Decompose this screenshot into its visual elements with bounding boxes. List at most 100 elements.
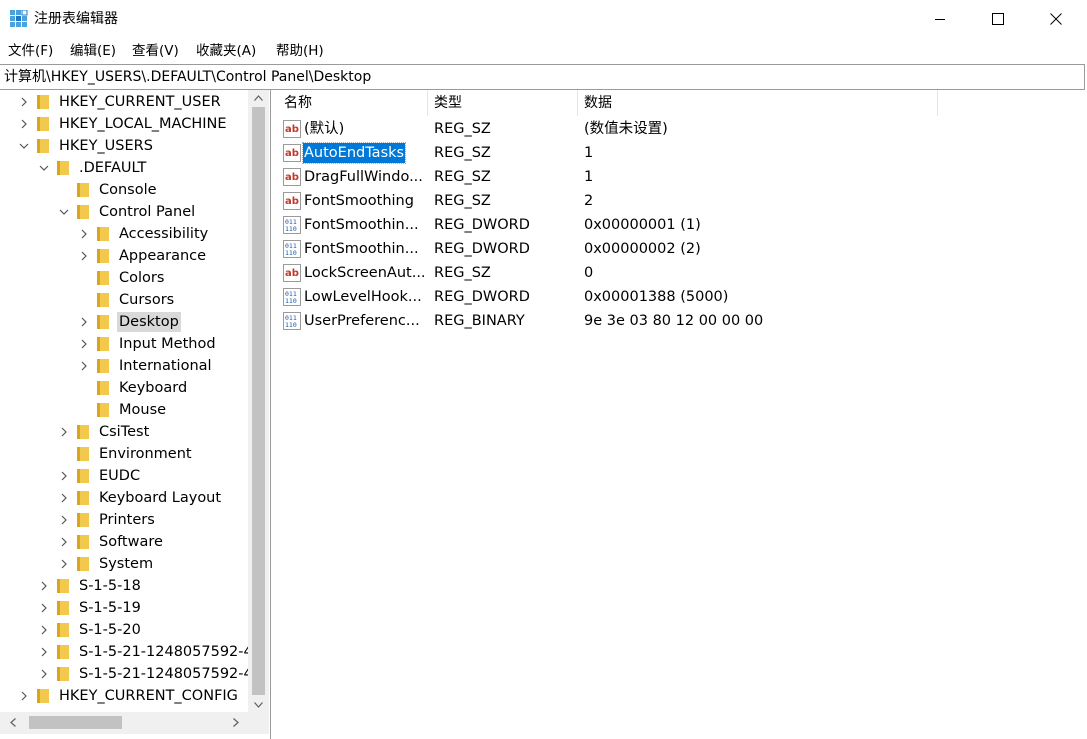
value-name[interactable]: (默认): [303, 119, 427, 139]
chevron-right-icon[interactable]: [58, 492, 70, 504]
value-name[interactable]: FontSmoothin...: [303, 239, 427, 259]
minimize-button[interactable]: [911, 0, 969, 38]
chevron-right-icon[interactable]: [38, 646, 50, 658]
chevron-right-icon[interactable]: [18, 96, 30, 108]
tree-node-label[interactable]: Console: [97, 180, 159, 200]
tree-node-label[interactable]: Environment: [97, 444, 194, 464]
address-bar[interactable]: 计算机\HKEY_USERS\.DEFAULT\Control Panel\De…: [0, 64, 1085, 90]
tree-node-label[interactable]: Mouse: [117, 400, 168, 420]
tree-node[interactable]: Cursors: [0, 289, 248, 311]
column-header-type[interactable]: 类型: [434, 94, 462, 112]
tree-vertical-scrollbar[interactable]: [248, 90, 269, 721]
chevron-right-icon[interactable]: [58, 470, 70, 482]
value-name[interactable]: LowLevelHook...: [303, 287, 427, 307]
tree-node[interactable]: International: [0, 355, 248, 377]
value-row[interactable]: ab AutoEndTasks REG_SZ 1: [275, 141, 1087, 165]
menu-edit[interactable]: 编辑(E): [70, 42, 116, 60]
tree-node-label[interactable]: Keyboard Layout: [97, 488, 223, 508]
value-name[interactable]: FontSmoothin...: [303, 215, 427, 235]
tree-node[interactable]: Control Panel: [0, 201, 248, 223]
menu-view[interactable]: 查看(V): [132, 42, 179, 60]
tree-node-label[interactable]: S-1-5-21-1248057592-4: [77, 642, 255, 662]
menu-help[interactable]: 帮助(H): [276, 42, 324, 60]
title-bar[interactable]: 注册表编辑器: [0, 0, 1087, 38]
tree-node-label[interactable]: Keyboard: [117, 378, 189, 398]
tree-node-label[interactable]: Control Panel: [97, 202, 197, 222]
tree-node[interactable]: System: [0, 553, 248, 575]
tree-vertical-scroll-thumb[interactable]: [252, 107, 265, 695]
chevron-right-icon[interactable]: [58, 536, 70, 548]
tree-node-label[interactable]: HKEY_LOCAL_MACHINE: [57, 114, 229, 134]
tree-node-label[interactable]: Printers: [97, 510, 157, 530]
tree-node[interactable]: Printers: [0, 509, 248, 531]
tree-node-label[interactable]: CsiTest: [97, 422, 151, 442]
tree-node-label[interactable]: HKEY_CURRENT_CONFIG: [57, 686, 240, 706]
tree-node[interactable]: HKEY_CURRENT_USER: [0, 91, 248, 113]
tree-node[interactable]: EUDC: [0, 465, 248, 487]
tree-node[interactable]: Input Method: [0, 333, 248, 355]
tree-node[interactable]: Mouse: [0, 399, 248, 421]
chevron-right-icon[interactable]: [38, 602, 50, 614]
value-row[interactable]: 011 110 FontSmoothin... REG_DWORD 0x00000001…: [275, 213, 1087, 237]
chevron-right-icon[interactable]: [18, 690, 30, 702]
scroll-down-arrow-icon[interactable]: [254, 702, 263, 708]
tree-node-label[interactable]: S-1-5-20: [77, 620, 143, 640]
value-name[interactable]: UserPreferenc...: [303, 311, 427, 331]
tree-node-label[interactable]: HKEY_CURRENT_USER: [57, 92, 223, 112]
chevron-down-icon[interactable]: [38, 162, 50, 174]
value-name[interactable]: DragFullWindo...: [303, 167, 427, 187]
tree-node[interactable]: S-1-5-20: [0, 619, 248, 641]
chevron-right-icon[interactable]: [58, 514, 70, 526]
chevron-down-icon[interactable]: [18, 140, 30, 152]
tree-node-label[interactable]: S-1-5-21-1248057592-4: [77, 664, 255, 684]
column-divider[interactable]: [577, 90, 578, 116]
tree-node[interactable]: S-1-5-19: [0, 597, 248, 619]
tree-node-label[interactable]: Cursors: [117, 290, 176, 310]
address-path[interactable]: 计算机\HKEY_USERS\.DEFAULT\Control Panel\De…: [4, 67, 371, 87]
chevron-down-icon[interactable]: [58, 206, 70, 218]
tree-horizontal-scrollbar[interactable]: [0, 712, 248, 734]
tree-node-label[interactable]: S-1-5-19: [77, 598, 143, 618]
tree-node-label[interactable]: Software: [97, 532, 165, 552]
tree-node[interactable]: Desktop: [0, 311, 248, 333]
tree-node[interactable]: Appearance: [0, 245, 248, 267]
value-row[interactable]: ab (默认) REG_SZ (数值未设置): [275, 117, 1087, 141]
chevron-right-icon[interactable]: [58, 558, 70, 570]
chevron-right-icon[interactable]: [38, 580, 50, 592]
tree-horizontal-scroll-thumb[interactable]: [29, 716, 122, 729]
tree-node-label[interactable]: .DEFAULT: [77, 158, 148, 178]
tree-node-label[interactable]: Appearance: [117, 246, 208, 266]
value-row[interactable]: ab DragFullWindo... REG_SZ 1: [275, 165, 1087, 189]
tree-node[interactable]: Console: [0, 179, 248, 201]
value-row[interactable]: ab LockScreenAut... REG_SZ 0: [275, 261, 1087, 285]
tree-node[interactable]: Software: [0, 531, 248, 553]
tree-node-label[interactable]: Colors: [117, 268, 166, 288]
tree-node[interactable]: HKEY_USERS: [0, 135, 248, 157]
menu-favorites[interactable]: 收藏夹(A): [196, 42, 256, 60]
tree-node[interactable]: Keyboard Layout: [0, 487, 248, 509]
maximize-button[interactable]: [969, 0, 1027, 38]
tree-node[interactable]: S-1-5-21-1248057592-4: [0, 641, 253, 663]
close-button[interactable]: [1027, 0, 1085, 38]
tree-node[interactable]: .DEFAULT: [0, 157, 248, 179]
chevron-right-icon[interactable]: [78, 250, 90, 262]
column-header-data[interactable]: 数据: [584, 94, 612, 112]
column-divider[interactable]: [427, 90, 428, 116]
tree-node[interactable]: S-1-5-18: [0, 575, 248, 597]
tree-node[interactable]: Accessibility: [0, 223, 248, 245]
column-header-name[interactable]: 名称: [284, 94, 312, 112]
menu-file[interactable]: 文件(F): [8, 42, 53, 60]
tree-node-label[interactable]: Accessibility: [117, 224, 210, 244]
chevron-right-icon[interactable]: [38, 668, 50, 680]
chevron-right-icon[interactable]: [58, 426, 70, 438]
column-divider[interactable]: [937, 90, 938, 116]
chevron-right-icon[interactable]: [78, 228, 90, 240]
tree-node-label[interactable]: EUDC: [97, 466, 142, 486]
scroll-left-arrow-icon[interactable]: [10, 718, 16, 727]
tree-node-label[interactable]: S-1-5-18: [77, 576, 143, 596]
tree-node-label[interactable]: International: [117, 356, 214, 376]
tree-node-label[interactable]: System: [97, 554, 155, 574]
chevron-right-icon[interactable]: [38, 624, 50, 636]
value-row[interactable]: 011 110 UserPreferenc... REG_BINARY 9e 3e 03…: [275, 309, 1087, 333]
key-tree-pane[interactable]: HKEY_CURRENT_USER HKEY_LOCAL_MACHINE HKEY_…: [0, 90, 271, 739]
